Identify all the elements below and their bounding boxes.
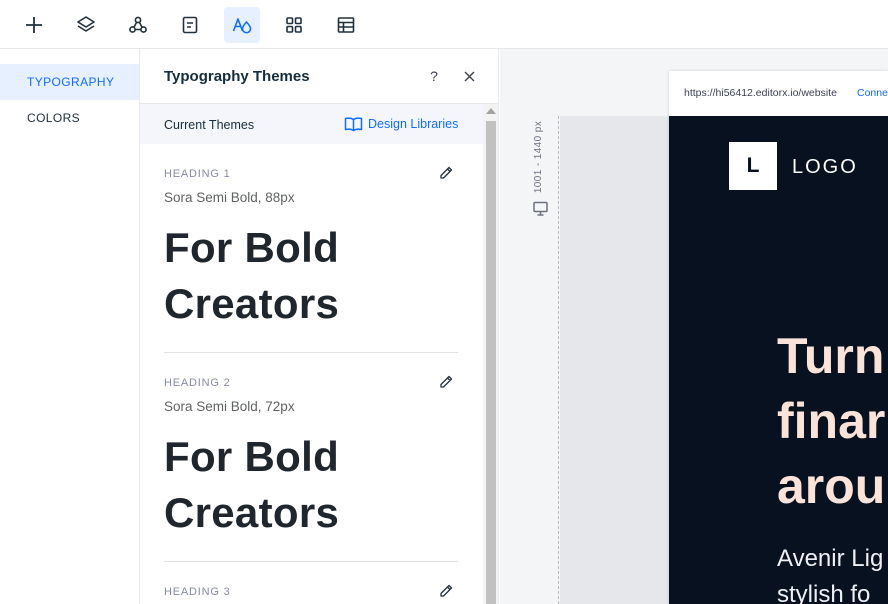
divider [164,352,458,353]
pencil-icon [440,375,453,388]
edit-button[interactable] [438,165,456,183]
scroll-up-arrow-icon[interactable] [486,108,496,114]
connect-domain-link[interactable]: Conne [857,87,888,99]
top-toolbar [0,0,888,49]
site-preview-frame: https://hi56412.editorx.io/website Conne… [669,71,888,604]
category-typography[interactable]: TYPOGRAPHY [0,64,139,100]
scrollbar-thumb[interactable] [486,121,496,604]
preview-line: Creators [164,489,340,536]
paragraph-line: stylish fo [777,581,871,604]
category-label: COLORS [27,111,81,125]
apps-icon [286,17,302,33]
site-url: https://hi56412.editorx.io/website [684,87,837,99]
apps-button[interactable] [276,7,312,43]
current-themes-label: Current Themes [164,118,255,132]
hero-line: finar [777,393,886,449]
theme-label: HEADING 2 [164,377,231,389]
preview-line: Creators [164,280,340,327]
close-icon [464,71,474,81]
hero-heading[interactable]: Turn finar arou [777,324,885,519]
pages-icon [182,16,198,34]
edit-button[interactable] [438,374,456,392]
theme-icon [232,18,252,34]
breakpoint-ruler[interactable] [558,116,559,604]
divider [164,561,458,562]
panel-header: Typography Themes ? [140,49,498,104]
hero-line: Turn [777,328,885,384]
pencil-icon [440,166,453,179]
close-button[interactable] [459,66,479,86]
connect-button[interactable] [120,7,156,43]
preview-line: For Bold [164,433,340,480]
edit-button[interactable] [438,583,456,601]
category-label: TYPOGRAPHY [27,75,115,89]
layers-icon [77,16,95,32]
book-icon [344,117,363,132]
cms-button[interactable] [328,7,364,43]
theme-preview: For Bold Creators [164,429,339,541]
typography-themes-panel: Typography Themes ? Current Themes Desig… [140,49,499,604]
breakpoint-range: 1001 - 1440 px [533,120,544,194]
theme-button[interactable] [224,7,260,43]
hero-paragraph[interactable]: Avenir Lig stylish fo [777,541,883,604]
paragraph-line: Avenir Lig [777,545,884,572]
desktop-icon[interactable] [532,200,549,217]
category-colors[interactable]: COLORS [0,100,139,136]
design-libraries-link[interactable]: Design Libraries [344,116,458,132]
pencil-icon [440,584,453,597]
theme-spec: Sora Semi Bold, 88px [164,190,295,205]
cms-icon [337,17,355,33]
current-themes-bar: Current Themes Design Libraries [140,104,483,144]
canvas-gutter [560,116,669,604]
pages-button[interactable] [172,7,208,43]
url-bar: https://hi56412.editorx.io/website Conne [669,71,888,116]
add-icon [26,17,42,33]
help-icon: ? [430,68,438,84]
layers-button[interactable] [68,7,104,43]
help-button[interactable]: ? [427,66,441,86]
theme-category-panel: TYPOGRAPHY COLORS [0,49,140,604]
theme-label: HEADING 1 [164,168,231,180]
theme-heading-2[interactable]: HEADING 2 Sora Semi Bold, 72px For Bold … [164,374,458,562]
design-libraries-label: Design Libraries [368,117,459,131]
connect-icon [129,16,147,33]
add-button[interactable] [16,7,52,43]
preview-line: For Bold [164,224,340,271]
theme-spec: Sora Semi Bold, 72px [164,399,295,414]
logo-mark[interactable]: L [729,142,777,190]
logo-text[interactable]: LOGO [792,156,858,179]
theme-preview: For Bold Creators [164,220,339,332]
hero-line: arou [777,458,886,514]
theme-heading-3[interactable]: HEADING 3 [164,583,458,604]
theme-heading-1[interactable]: HEADING 1 Sora Semi Bold, 88px For Bold … [164,165,458,353]
site-hero-section[interactable]: L LOGO Turn finar arou Avenir Lig stylis… [669,116,888,604]
theme-label: HEADING 3 [164,586,231,598]
panel-title: Typography Themes [164,68,310,85]
